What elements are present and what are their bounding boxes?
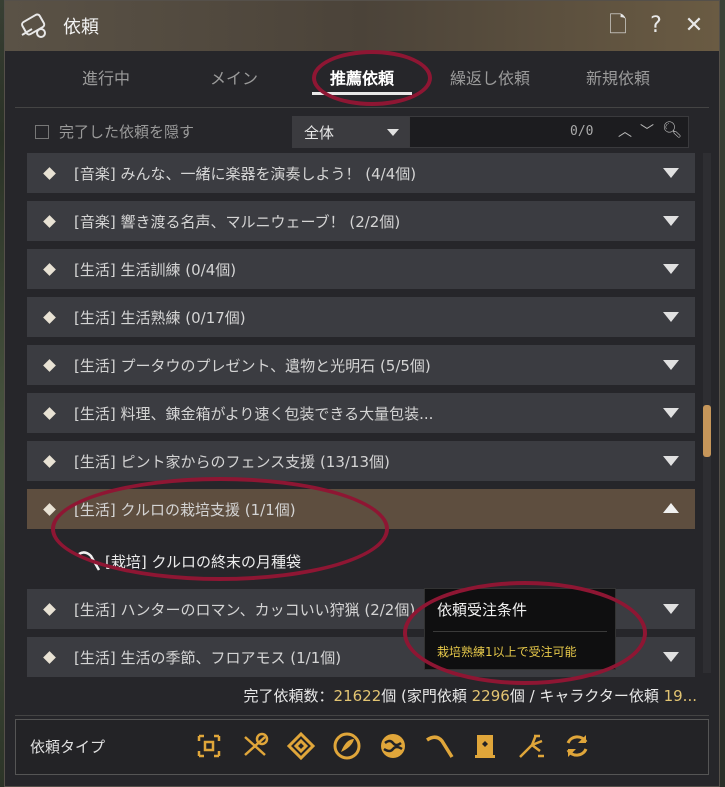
dropdown-value: 全体 <box>304 123 335 142</box>
quest-title: [生活] 生活訓練 (0/4個) <box>74 260 237 279</box>
diamond-icon <box>43 502 56 516</box>
page-icon[interactable]: 🗋 <box>605 13 631 39</box>
help-button[interactable]: ? <box>643 13 669 39</box>
all-icon[interactable] <box>191 728 227 764</box>
quest-title: [音楽] 響き渡る名声、マルニウェーブ！ (2/2個) <box>74 212 401 231</box>
globe-icon[interactable] <box>375 728 411 764</box>
expand-arrow-icon[interactable] <box>663 604 679 614</box>
subquest-title: [栽培] クルロの終末の月種袋 <box>105 552 302 571</box>
expand-arrow-icon[interactable] <box>663 360 679 370</box>
scrollbar[interactable] <box>703 153 711 673</box>
scroll-thumb[interactable] <box>703 405 711 457</box>
tab-bar: 進行中 メイン 推薦依頼 繰返し依頼 新規依頼 <box>5 51 719 107</box>
hide-completed-toggle[interactable]: 完了した依頼を隠す <box>35 121 194 142</box>
quest-title: [生活] クルロの栽培支援 (1/1個) <box>74 500 296 519</box>
completed-summary: 完了依頼数：21622個 (家門依頼 2296個 / キャラクター依頼 19..… <box>244 685 697 706</box>
diamond-icon <box>43 166 56 180</box>
diamond-icon <box>43 310 56 324</box>
expand-arrow-icon[interactable] <box>663 456 679 466</box>
chevron-up-icon[interactable]: ︿ <box>618 121 632 141</box>
scroll-icon[interactable] <box>237 728 273 764</box>
tab-recommended[interactable]: 推薦依頼 <box>298 51 426 107</box>
diamond-icon <box>43 602 56 616</box>
expand-arrow-icon[interactable] <box>663 168 679 178</box>
diamond-icon <box>43 358 56 372</box>
feather-icon[interactable] <box>329 728 365 764</box>
quest-row[interactable]: [生活] ピント家からのフェンス支援 (13/13個) <box>27 441 695 481</box>
quest-type-bar: 依頼タイプ <box>15 719 709 775</box>
quest-row[interactable]: [生活] 生活訓練 (0/4個) <box>27 249 695 289</box>
collapse-arrow-icon[interactable] <box>663 503 679 513</box>
scroll-icon <box>21 13 46 38</box>
expand-arrow-icon[interactable] <box>663 216 679 226</box>
pickaxe-icon[interactable] <box>421 728 457 764</box>
quest-window: 依頼 🗋 ? ✕ 進行中 メイン 推薦依頼 繰返し依頼 新規依頼 完了した依頼を… <box>4 0 720 787</box>
tooltip-title: 依頼受注条件 <box>437 601 528 619</box>
diamond-icon <box>43 454 56 468</box>
chevron-down-icon[interactable]: ﹀ <box>640 121 654 141</box>
quest-type-label: 依頼タイプ <box>30 738 106 756</box>
diamond-icon <box>43 406 56 420</box>
divider <box>15 107 709 108</box>
expand-arrow-icon[interactable] <box>663 312 679 322</box>
summary-mid1: 個 (家門依頼 <box>381 687 472 705</box>
quest-row[interactable]: [生活] 料理、錬金箱がより速く包装できる大量包装... <box>27 393 695 433</box>
diamond-icon <box>43 262 56 276</box>
quest-title: [生活] 料理、錬金箱がより速く包装できる大量包装... <box>74 404 434 423</box>
search-result-count: 0/0 <box>570 124 594 139</box>
expand-arrow-icon[interactable] <box>663 652 679 662</box>
tab-new[interactable]: 新規依頼 <box>554 51 682 107</box>
trade-icon[interactable] <box>283 728 319 764</box>
tab-in-progress[interactable]: 進行中 <box>42 51 170 107</box>
quest-row[interactable]: [生活] 生活熟練 (0/17個) <box>27 297 695 337</box>
quest-row[interactable]: [生活] プータウのプレゼント、遺物と光明石 (5/5個) <box>27 345 695 385</box>
pickaxe-icon <box>78 551 101 571</box>
quest-title: [生活] ピント家からのフェンス支援 (13/13個) <box>74 452 390 471</box>
summary-prefix: 完了依頼数： <box>243 687 334 705</box>
quest-row-expanded[interactable]: [生活] クルロの栽培支援 (1/1個) <box>27 489 695 529</box>
quest-title: [音楽] みんな、一緒に楽器を演奏しよう！ (4/4個) <box>74 164 417 183</box>
search-input[interactable]: 0/0 ︿ ﹀ 🔍︎ <box>409 116 689 148</box>
summary-total: 21622 <box>333 687 382 705</box>
search-icon[interactable]: 🔍︎ <box>662 120 682 139</box>
diamond-icon <box>43 650 56 664</box>
quest-row[interactable]: [音楽] 響き渡る名声、マルニウェーブ！ (2/2個) <box>27 201 695 241</box>
book-icon[interactable] <box>467 728 503 764</box>
expand-arrow-icon[interactable] <box>663 408 679 418</box>
category-dropdown[interactable]: 全体 <box>292 116 409 148</box>
quest-title: [生活] ハンターのロマン、カッコいい狩猟 (2/2個) <box>74 600 416 619</box>
subquest-item[interactable]: [栽培] クルロの終末の月種袋 <box>27 537 695 585</box>
caret-down-icon <box>387 129 399 136</box>
window-title: 依頼 <box>63 17 99 38</box>
requirement-tooltip: 依頼受注条件 栽培熟練1以上で受注可能 <box>424 588 616 670</box>
title-bar[interactable]: 依頼 🗋 ? ✕ <box>5 1 719 51</box>
quest-row[interactable]: [音楽] みんな、一緒に楽器を演奏しよう！ (4/4個) <box>27 153 695 193</box>
hide-completed-checkbox[interactable] <box>35 124 49 139</box>
tooltip-condition: 栽培熟練1以上で受注可能 <box>437 645 577 659</box>
quest-title: [生活] プータウのプレゼント、遺物と光明石 (5/5個) <box>74 356 431 375</box>
refresh-icon[interactable] <box>559 728 595 764</box>
close-button[interactable]: ✕ <box>681 13 707 39</box>
filter-bar: 完了した依頼を隠す 全体 0/0 ︿ ﹀ 🔍︎ <box>5 113 719 151</box>
summary-family: 2296 <box>471 687 510 705</box>
divider <box>15 715 709 716</box>
quest-title: [生活] 生活熟練 (0/17個) <box>74 308 246 327</box>
hide-completed-label: 完了した依頼を隠す <box>59 123 195 141</box>
quest-title: [生活] 生活の季節、フロアモス (1/1個) <box>74 648 342 667</box>
broom-icon[interactable] <box>513 728 549 764</box>
expand-arrow-icon[interactable] <box>663 264 679 274</box>
tooltip-divider <box>433 631 607 632</box>
tab-main[interactable]: メイン <box>170 51 298 107</box>
tab-repeat[interactable]: 繰返し依頼 <box>426 51 554 107</box>
summary-character: 19... <box>663 687 697 705</box>
diamond-icon <box>43 214 56 228</box>
summary-mid2: 個 / キャラクター依頼 <box>509 687 664 705</box>
